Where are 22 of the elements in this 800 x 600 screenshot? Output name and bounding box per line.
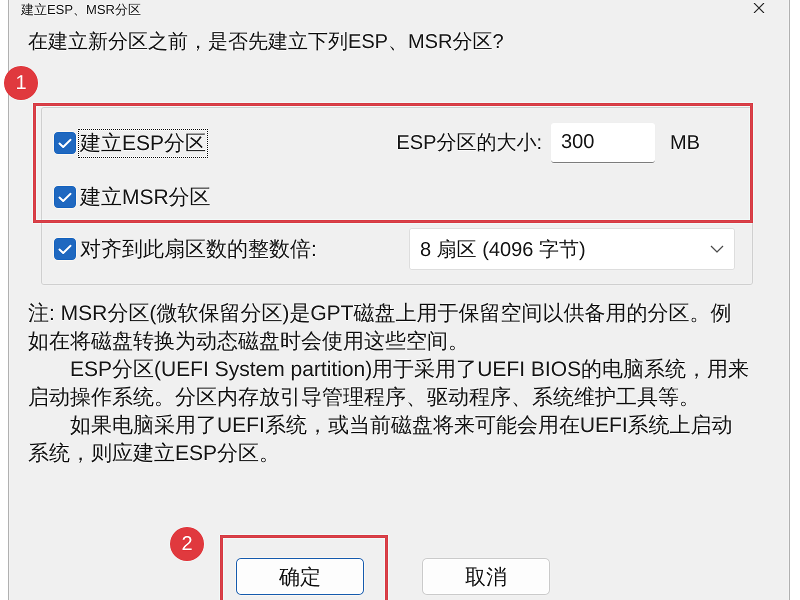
checkbox[interactable] [54,132,76,154]
unit-label: MB [670,131,700,156]
window-title: 建立ESP、MSR分区 [21,1,141,18]
note-paragraph: ESP分区(UEFI System partition)用于采用了UEFI BIOS的电脑系统，用来启动操作系统。分区内存放引导管理程序、驱动程序、系统维护工具等。 [28,357,750,411]
close-icon [753,3,765,13]
chevron-down-icon [710,245,724,253]
checkbox-label[interactable]: 建立ESP分区 [79,130,208,156]
note-paragraph: 如果电脑采用了UEFI系统，或当前磁盘将来可能会用在UEFI系统上启动系统，则应建立ESP分区。 [28,413,734,467]
check-icon [58,192,72,202]
checkbox[interactable] [54,238,76,260]
sector-dropdown[interactable]: 8 扇区 (4096 字节) [409,228,735,270]
note-paragraph: 注: MSR分区(微软保留分区)是GPT磁盘上用于保留空间以供备用的分区。例如在将磁盘转换为动态磁盘时会使用这些空间。 [28,301,732,355]
checkbox-label[interactable]: 建立MSR分区 [79,184,212,210]
check-icon [58,138,72,148]
checkbox[interactable] [54,186,76,208]
cancel-button[interactable]: 取消 [422,558,550,595]
prompt-text: 在建立新分区之前，是否先建立下列ESP、MSR分区? [28,30,505,55]
ok-button[interactable]: 确定 [236,558,364,595]
size-input-field[interactable]: 300 [551,123,655,163]
size-label: ESP分区的大小: [396,131,542,156]
checkbox-label[interactable]: 对齐到此扇区数的整数倍: [79,236,318,262]
check-icon [58,244,72,254]
